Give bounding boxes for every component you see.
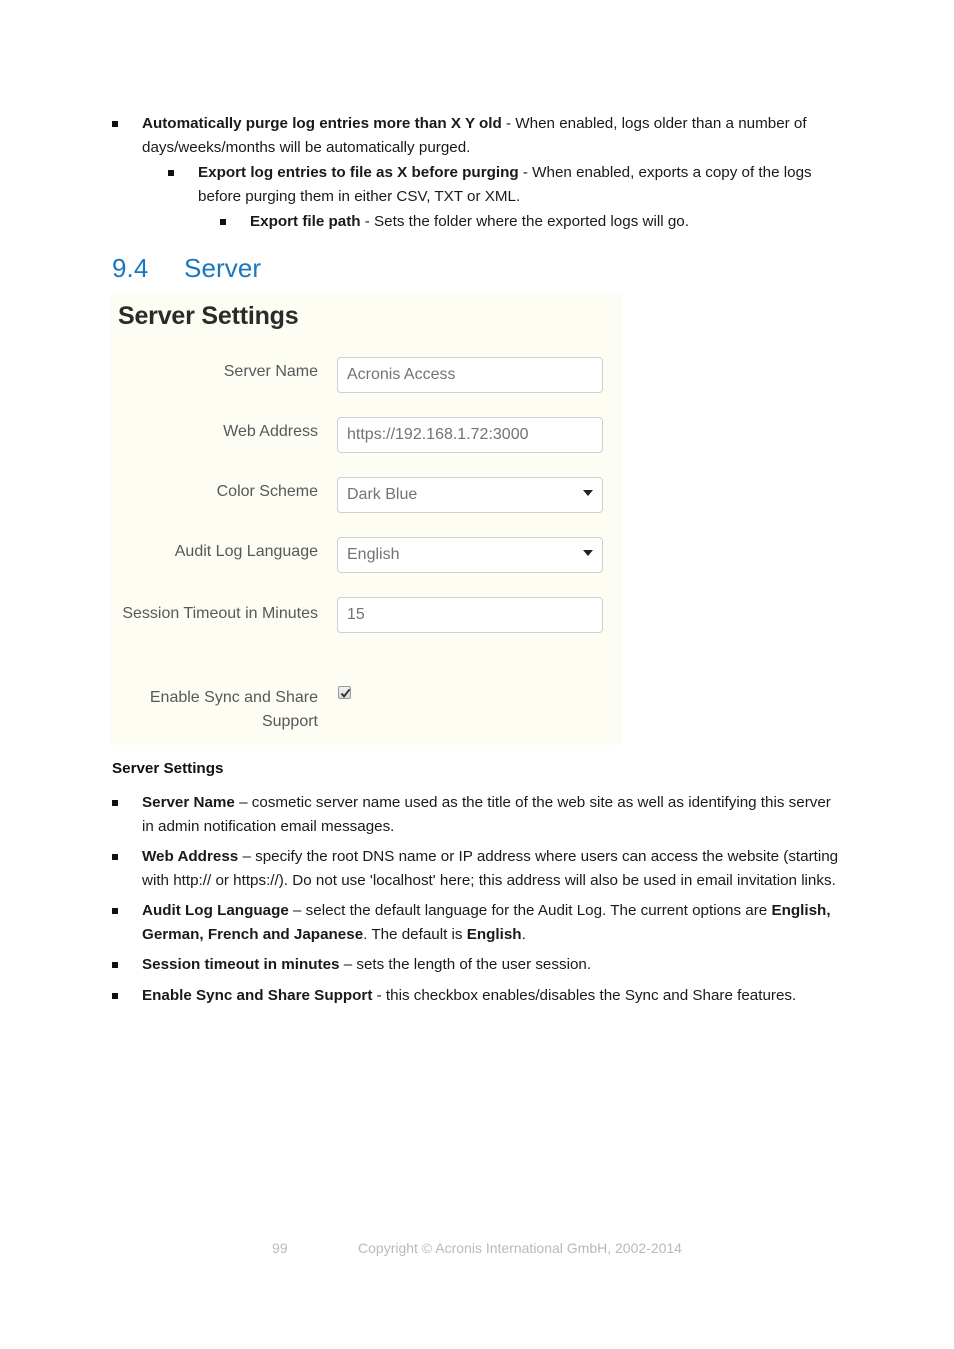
form-row-enable-sync-share: Enable Sync and Share Support	[110, 686, 622, 736]
checkmark-icon	[340, 688, 351, 698]
subsection-heading: Server Settings	[112, 760, 224, 777]
field-label: Audit Log Language	[174, 543, 318, 560]
bullet-desc: – cosmetic server name used as the title…	[142, 794, 831, 835]
field-label: Session Timeout in Minutes	[122, 605, 318, 622]
bullet-desc: - Sets the folder where the exported log…	[360, 213, 689, 230]
bullet-desc: . The default is	[363, 925, 467, 943]
list-item: Web Address – specify the root DNS name …	[112, 845, 840, 892]
section-number: 9.4	[112, 253, 149, 283]
page-footer: 99 Copyright © Acronis International GmbH…	[0, 1240, 954, 1256]
form-row-server-name: Server Name Acronis Access	[110, 357, 622, 396]
page-number: 99	[272, 1240, 288, 1256]
list-item: Export log entries to file as X before p…	[168, 161, 840, 208]
bullet-desc: - this checkbox enables/disables the Syn…	[372, 986, 797, 1004]
bullet-desc: – select the default language for the Au…	[288, 902, 772, 919]
color-scheme-value: Dark Blue	[347, 486, 418, 503]
enable-sync-share-checkbox[interactable]	[338, 686, 351, 699]
field-label: Enable Sync and Share Support	[149, 689, 318, 730]
field-label: Color Scheme	[216, 483, 318, 500]
copyright-text: Copyright © Acronis International GmbH, …	[358, 1240, 682, 1256]
bullet-term: Server Name	[142, 794, 235, 811]
list-item: Automatically purge log entries more tha…	[112, 112, 840, 159]
chevron-down-icon	[583, 550, 593, 556]
document-page: Automatically purge log entries more tha…	[0, 0, 954, 1349]
top-bullet-section: Automatically purge log entries more tha…	[112, 112, 840, 236]
bullet-desc: .	[521, 925, 526, 943]
server-name-input[interactable]: Acronis Access	[337, 357, 603, 393]
bullet-desc: – sets the length of the user session.	[339, 956, 592, 973]
form-row-audit-log-language: Audit Log Language English	[110, 537, 622, 576]
audit-log-language-select[interactable]: English	[337, 537, 603, 573]
list-item: Export file path - Sets the folder where…	[220, 210, 840, 234]
chevron-down-icon	[583, 490, 593, 496]
form-row-web-address: Web Address https://192.168.1.72:3000	[110, 417, 622, 456]
top-bullet-list: Automatically purge log entries more tha…	[112, 112, 840, 234]
color-scheme-select[interactable]: Dark Blue	[337, 477, 603, 513]
bullet-desc: – specify the root DNS name or IP addres…	[142, 848, 839, 889]
bullet-term: Enable Sync and Share Support	[142, 986, 373, 1004]
embedded-screenshot: Server Settings Server Name Acronis Acce…	[110, 294, 622, 745]
bullet-term: Audit Log Language	[142, 902, 289, 919]
form-row-color-scheme: Color Scheme Dark Blue	[110, 477, 622, 516]
section-title: Server	[184, 253, 262, 283]
lower-bullet-list: Server Name – cosmetic server name used …	[112, 791, 840, 1007]
bullet-term: Export log entries to file as X before p…	[198, 164, 519, 181]
field-label: Server Name	[223, 363, 318, 380]
field-label: Web Address	[223, 423, 318, 440]
section-heading: 9.4 Server	[112, 252, 261, 284]
form-row-session-timeout: Session Timeout in Minutes 15	[110, 597, 622, 652]
list-item: Server Name – cosmetic server name used …	[112, 791, 840, 838]
bullet-term: Web Address	[142, 848, 239, 865]
bullet-term: Automatically purge log entries more tha…	[142, 115, 502, 132]
web-address-input[interactable]: https://192.168.1.72:3000	[337, 417, 603, 453]
bullet-term: Export file path	[250, 213, 361, 230]
bullet-term: Session timeout in minutes	[142, 956, 340, 973]
list-item: Session timeout in minutes – sets the le…	[112, 953, 840, 977]
audit-log-language-value: English	[347, 546, 400, 563]
lower-text-section: Server Settings Server Name – cosmetic s…	[112, 760, 840, 1014]
list-item: Enable Sync and Share Support - this che…	[112, 984, 840, 1008]
list-item: Audit Log Language – select the default …	[112, 899, 840, 946]
screenshot-title: Server Settings	[118, 302, 299, 330]
session-timeout-input[interactable]: 15	[337, 597, 603, 633]
bullet-term-default: English	[466, 925, 522, 943]
